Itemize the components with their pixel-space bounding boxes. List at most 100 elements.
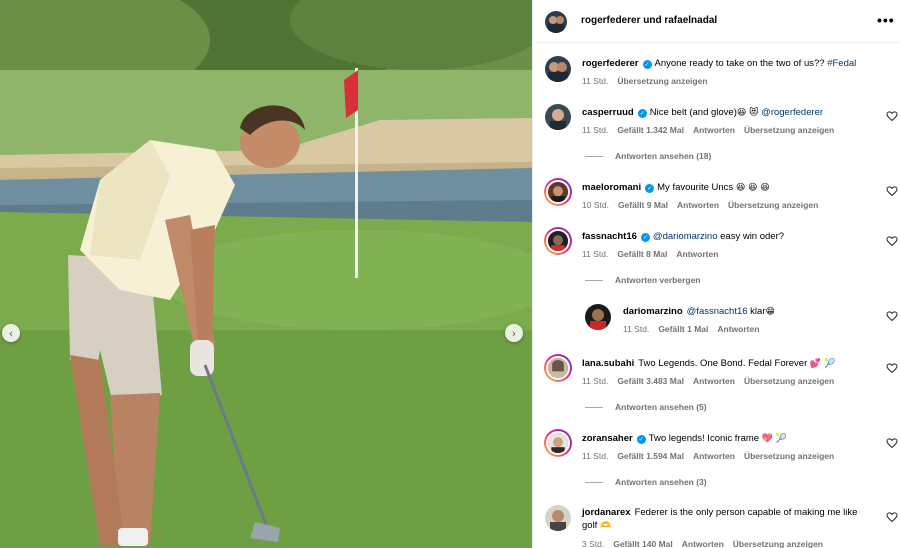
comment-username[interactable]: casperruud	[582, 107, 634, 118]
golf-scene-image	[0, 0, 532, 548]
avatar[interactable]	[545, 11, 567, 33]
comment-username[interactable]: fassnacht16	[582, 231, 637, 242]
emoji: 💖 🎾	[761, 434, 787, 444]
translate-button[interactable]: Übersetzung anzeigen	[744, 376, 834, 386]
reply-button[interactable]: Antworten	[693, 376, 735, 386]
comment-username[interactable]: jordanarex	[582, 507, 631, 518]
hide-replies-button[interactable]: Antworten verbergen	[585, 275, 701, 285]
translate-button[interactable]: Übersetzung anzeigen	[617, 76, 707, 86]
avatar-story-ring[interactable]	[544, 429, 572, 457]
heart-icon[interactable]	[886, 185, 898, 197]
avatar-image	[545, 505, 571, 531]
likes-count[interactable]: Gefällt 140 Mal	[613, 539, 673, 548]
comment-body: klar	[750, 306, 766, 317]
post-author-names[interactable]: rogerfederer und rafaelnadal	[581, 15, 717, 26]
verified-badge-icon: ✓	[642, 60, 652, 69]
heart-icon[interactable]	[886, 235, 898, 247]
avatar-image	[545, 11, 567, 33]
translate-button[interactable]: Übersetzung anzeigen	[744, 125, 834, 135]
comments-panel: rogerfederer und rafaelnadal ••• rogerfe…	[532, 0, 900, 548]
timestamp: 11 Std.	[582, 76, 609, 86]
comment-meta: 11 Std. Gefällt 8 Mal Antworten	[582, 249, 727, 259]
post-header: rogerfederer und rafaelnadal •••	[533, 0, 900, 43]
heart-icon[interactable]	[886, 511, 898, 523]
caption-body: Anyone ready to take on the two of us??	[654, 58, 825, 69]
caption-username[interactable]: rogerfederer	[582, 58, 639, 69]
view-replies-button[interactable]: Antworten ansehen (3)	[585, 477, 707, 487]
caption-meta: 11 Std. Übersetzung anzeigen	[582, 76, 717, 86]
comment-meta: 11 Std. Gefällt 1.594 Mal Antworten Überset…	[582, 451, 843, 461]
comment-text: jordanarex Federer is the only person cap…	[582, 506, 870, 533]
timestamp: 11 Std.	[582, 376, 609, 386]
avatar-image	[545, 56, 571, 82]
avatar[interactable]	[585, 304, 611, 330]
timestamp: 11 Std.	[582, 451, 609, 461]
likes-count[interactable]: Gefällt 1.342 Mal	[617, 125, 684, 135]
view-replies-button[interactable]: Antworten ansehen (18)	[585, 151, 711, 161]
reply-button[interactable]: Antworten	[693, 125, 735, 135]
comment-meta: 3 Std. Gefällt 140 Mal Antworten Übersetzun…	[582, 539, 832, 548]
hashtag-link[interactable]: #Fedal	[827, 58, 856, 69]
chevron-left-icon: ‹	[8, 326, 14, 340]
more-options-icon[interactable]: •••	[877, 12, 895, 28]
avatar[interactable]	[545, 505, 571, 531]
reply-button[interactable]: Antworten	[717, 324, 759, 334]
reply-button[interactable]: Antworten	[693, 451, 735, 461]
mention-link[interactable]: @fassnacht16	[687, 306, 748, 317]
translate-button[interactable]: Übersetzung anzeigen	[744, 451, 834, 461]
comment-username[interactable]: dariomarzino	[623, 306, 683, 317]
likes-count[interactable]: Gefällt 8 Mal	[617, 249, 667, 259]
likes-count[interactable]: Gefällt 3.483 Mal	[617, 376, 684, 386]
avatar[interactable]	[545, 104, 571, 130]
comment-body: easy win oder?	[720, 231, 785, 242]
verified-badge-icon: ✓	[640, 233, 650, 242]
avatar-image	[546, 180, 570, 204]
avatar-story-ring[interactable]	[544, 178, 572, 206]
comment-meta: 10 Std. Gefällt 9 Mal Antworten Übersetzung…	[582, 200, 827, 210]
heart-icon[interactable]	[886, 310, 898, 322]
comment-body: Nice belt (and glove)	[649, 107, 737, 118]
likes-count[interactable]: Gefällt 9 Mal	[618, 200, 668, 210]
chevron-right-icon: ›	[511, 326, 517, 340]
likes-count[interactable]: Gefällt 1.594 Mal	[617, 451, 684, 461]
comment-text: casperruud ✓ Nice belt (and glove)😆 😻 @rog…	[582, 106, 872, 120]
likes-count[interactable]: Gefällt 1 Mal	[658, 324, 708, 334]
mention-link[interactable]: @dariomarzino	[653, 231, 718, 242]
avatar-image	[546, 431, 570, 455]
avatar-image	[546, 229, 570, 253]
heart-icon[interactable]	[886, 437, 898, 449]
view-replies-button[interactable]: Antworten ansehen (5)	[585, 402, 707, 412]
comment-text: maeloromani ✓ My favourite Uncs 😆 😆 😆	[582, 181, 872, 195]
heart-icon[interactable]	[886, 110, 898, 122]
reply-button[interactable]: Antworten	[676, 249, 718, 259]
heart-icon[interactable]	[886, 362, 898, 374]
timestamp: 11 Std.	[582, 249, 609, 259]
mention-link[interactable]: @rogerfederer	[761, 107, 823, 118]
verified-badge-icon: ✓	[636, 435, 646, 444]
comment-username[interactable]: lana.subahi	[582, 358, 634, 369]
post-photo: ‹ ›	[0, 0, 532, 548]
emoji: 😁	[765, 307, 775, 317]
avatar-story-ring[interactable]	[544, 354, 572, 382]
reply-button[interactable]: Antworten	[677, 200, 719, 210]
previous-photo-button[interactable]: ‹	[2, 324, 20, 342]
comment-body: Two legends! Iconic frame	[648, 433, 760, 444]
avatar-story-ring[interactable]	[544, 227, 572, 255]
comment-text: fassnacht16 ✓ @dariomarzino easy win oder?	[582, 230, 872, 243]
reply-button[interactable]: Antworten	[682, 539, 724, 548]
verified-badge-icon: ✓	[645, 184, 655, 193]
next-photo-button[interactable]: ›	[505, 324, 523, 342]
emoji: 🫶	[599, 521, 612, 531]
comment-username[interactable]: zoransaher	[582, 433, 633, 444]
timestamp: 11 Std.	[623, 324, 650, 334]
comment-body: My favourite Uncs	[657, 182, 734, 193]
comment-meta: 11 Std. Gefällt 1 Mal Antworten	[623, 324, 768, 334]
translate-button[interactable]: Übersetzung anzeigen	[728, 200, 818, 210]
avatar[interactable]	[545, 56, 571, 82]
comment-meta: 11 Std. Gefällt 3.483 Mal Antworten Überset…	[582, 376, 843, 386]
avatar-image	[585, 304, 611, 330]
comment-body: Two Legends. One Bond. Fedal Forever	[638, 358, 808, 369]
translate-button[interactable]: Übersetzung anzeigen	[733, 539, 823, 548]
verified-badge-icon: ✓	[637, 109, 647, 118]
comment-username[interactable]: maeloromani	[582, 182, 641, 193]
